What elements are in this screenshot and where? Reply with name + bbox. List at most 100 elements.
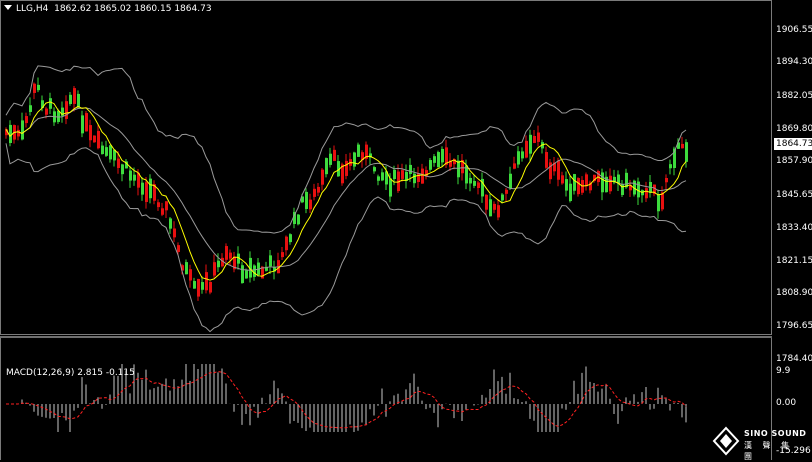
candle-body xyxy=(505,189,508,194)
diamond-logo-icon xyxy=(712,426,740,456)
candle-body xyxy=(429,160,432,170)
candle-body xyxy=(573,174,576,191)
candle-body xyxy=(501,194,504,201)
candle-body xyxy=(209,281,212,293)
candle-body xyxy=(73,88,76,104)
candle-body xyxy=(225,246,228,260)
candle-body xyxy=(489,199,492,217)
candle-body xyxy=(49,98,52,109)
candle-body xyxy=(165,201,168,211)
price-tick: 1784.40 xyxy=(776,354,812,364)
candle-body xyxy=(309,199,312,210)
candle-body xyxy=(549,162,552,180)
candle-body xyxy=(89,125,92,141)
candle-body xyxy=(241,265,244,284)
price-tick: 1869.80 xyxy=(776,124,812,134)
candle-body xyxy=(393,169,396,180)
candle-body xyxy=(121,164,124,175)
candle-body xyxy=(389,178,392,197)
candle-body xyxy=(381,172,384,181)
candle-body xyxy=(253,265,256,277)
candle-body xyxy=(61,107,64,116)
candle-body xyxy=(569,183,572,202)
symbol-label: LLG,H4 xyxy=(16,4,49,14)
candle-body xyxy=(437,152,440,168)
candle-body xyxy=(441,148,444,163)
candle-body xyxy=(433,156,436,163)
candle-body xyxy=(521,151,524,159)
price-tick: 1882.05 xyxy=(776,91,812,101)
candle-body xyxy=(149,178,152,199)
candle-body xyxy=(457,160,460,178)
candle-body xyxy=(325,158,328,175)
candle-body xyxy=(601,172,604,193)
candle-body xyxy=(21,120,24,140)
ohlc-readout: 1862.62 1865.02 1860.15 1864.73 xyxy=(54,4,212,14)
candle-body xyxy=(509,173,512,189)
candle-body xyxy=(97,130,100,149)
price-tick: 1808.90 xyxy=(776,288,812,298)
candle-body xyxy=(81,115,84,134)
candle-body xyxy=(565,179,568,191)
logo-text-en: SINO SOUND xyxy=(744,429,807,438)
brand-logo: SINO SOUND 漢 聲 集 團 xyxy=(712,426,808,461)
macd-tick: 9.9 xyxy=(776,366,791,376)
candle-body xyxy=(229,252,232,259)
candle-body xyxy=(177,245,180,252)
candle-body xyxy=(33,83,36,93)
candle-body xyxy=(577,178,580,195)
candle-body xyxy=(57,110,60,122)
candle-body xyxy=(9,124,12,143)
candle-body xyxy=(201,282,204,290)
candle-body xyxy=(401,170,404,179)
macd-label: MACD(12,26,9) 2.815 -0.115 xyxy=(6,368,135,378)
candle-body xyxy=(269,255,272,267)
candle-body xyxy=(85,113,88,132)
candle-body xyxy=(645,188,648,199)
candle-body xyxy=(469,177,472,184)
candle-body xyxy=(25,116,28,124)
candle-body xyxy=(157,202,160,208)
candle-body xyxy=(173,228,176,238)
price-tick: 1845.65 xyxy=(776,190,812,200)
candle-body xyxy=(345,160,348,176)
candle-body xyxy=(281,252,284,258)
candle-body xyxy=(413,173,416,184)
candle-body xyxy=(661,192,664,210)
candle-body xyxy=(161,208,164,215)
chart-header: LLG,H4 1862.62 1865.02 1860.15 1864.73 xyxy=(4,3,212,15)
candle-body xyxy=(485,194,488,210)
candle-body xyxy=(329,153,332,165)
candle-body xyxy=(289,234,292,243)
logo-text-cn: 漢 聲 集 團 xyxy=(744,441,794,461)
candle-body xyxy=(117,158,120,168)
price-tick: 1821.15 xyxy=(776,256,812,266)
candle-body xyxy=(681,143,684,149)
candle-body xyxy=(93,135,96,143)
candle-body xyxy=(477,182,480,189)
dropdown-triangle-icon[interactable] xyxy=(4,5,12,10)
candle-body xyxy=(141,182,144,195)
price-tick: 1906.55 xyxy=(776,25,812,35)
candle-body xyxy=(69,94,72,104)
candle-body xyxy=(561,175,564,184)
candle-body xyxy=(333,149,336,161)
candle-body xyxy=(313,188,316,197)
candle-body xyxy=(297,214,300,225)
price-tick: 1857.90 xyxy=(776,156,812,166)
candle-body xyxy=(213,262,216,276)
candle-body xyxy=(217,260,220,268)
candle-body xyxy=(493,203,496,210)
candle-body xyxy=(357,144,360,157)
candle-body xyxy=(321,169,324,185)
candle-body xyxy=(377,176,380,181)
candle-body xyxy=(305,191,308,209)
candle-body xyxy=(197,278,200,297)
chart-window[interactable]: LLG,H4 1862.62 1865.02 1860.15 1864.73 1… xyxy=(0,0,812,461)
candle-body xyxy=(417,173,420,182)
candle-body xyxy=(145,182,148,202)
candle-body xyxy=(545,152,548,168)
candle-body xyxy=(133,174,136,181)
price-tick: 1894.30 xyxy=(776,57,812,67)
price-tick: 1796.65 xyxy=(776,321,812,331)
